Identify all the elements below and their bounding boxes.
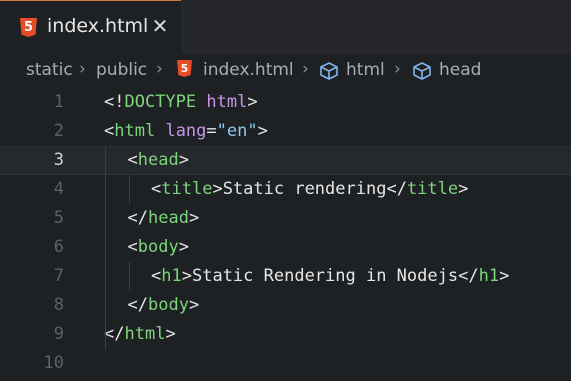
code-token: > — [178, 237, 189, 257]
code-token: html — [206, 92, 248, 112]
code-token: html — [124, 324, 166, 344]
line-number: 6 — [53, 237, 64, 257]
line-number: 7 — [53, 266, 64, 286]
code-line[interactable]: 6 <body> — [0, 233, 571, 262]
code-token: body — [147, 295, 189, 315]
indent-guide — [105, 146, 106, 349]
code-token: > — [165, 324, 176, 344]
code-line[interactable]: 7 <h1>Static Rendering in Nodejs</h1> — [0, 262, 571, 291]
code-token: h1 — [478, 266, 500, 286]
code-line[interactable]: 9 </html> — [0, 320, 571, 349]
code-token: </ — [386, 179, 407, 199]
code-text: <h1>Static Rendering in Nodejs</h1> — [151, 262, 509, 291]
tab-label: index.html — [47, 15, 149, 37]
code-token: < — [104, 121, 115, 141]
tab-index-html[interactable]: 5 index.html ✕ — [0, 0, 181, 54]
code-line[interactable]: 4 <title>Static rendering</title> — [0, 175, 571, 204]
code-token: > — [458, 179, 469, 199]
code-token: title — [406, 179, 459, 199]
html5-icon: 5 — [20, 18, 37, 37]
line-number: 9 — [53, 324, 64, 344]
code-token: < — [151, 179, 162, 199]
code-token: <! — [104, 92, 125, 112]
code-token: > — [188, 208, 200, 228]
breadcrumb-item-html[interactable]: html — [346, 60, 385, 80]
code-line[interactable]: 1 <!DOCTYPE html> — [0, 88, 571, 117]
close-icon[interactable]: ✕ — [149, 13, 171, 39]
chevron-right-icon: › — [156, 59, 163, 79]
code-token: </ — [127, 208, 148, 228]
line-number: 10 — [43, 353, 64, 373]
code-text: <html lang="en"> — [104, 117, 268, 146]
code-line[interactable]: 3 <head> — [0, 146, 571, 175]
line-number: 3 — [53, 150, 64, 170]
code-token: lang — [165, 121, 207, 141]
code-token: Static Rendering in Nodejs — [191, 266, 459, 286]
breadcrumb: static › public › 5 index.html › html › … — [0, 54, 571, 88]
code-token: body — [137, 237, 179, 257]
breadcrumb-item-static[interactable]: static — [26, 60, 73, 80]
code-line[interactable]: 8 </body> — [0, 291, 571, 320]
code-token: head — [147, 208, 189, 228]
code-token: > — [181, 266, 192, 286]
line-number: 8 — [53, 295, 64, 315]
line-number: 1 — [53, 92, 64, 112]
line-number: 5 — [53, 208, 64, 228]
code-token: </ — [104, 324, 125, 344]
chevron-right-icon: › — [302, 59, 309, 79]
indent-guide — [128, 175, 130, 204]
code-token: title — [161, 179, 213, 199]
code-token: h1 — [161, 266, 182, 286]
code-line[interactable]: 10 — [0, 349, 571, 378]
line-number: 4 — [53, 179, 64, 199]
symbol-element-icon — [413, 62, 431, 80]
code-token: </ — [458, 266, 479, 286]
code-token: > — [188, 295, 200, 315]
line-number: 2 — [53, 121, 64, 141]
breadcrumb-item-index-html[interactable]: index.html — [203, 60, 294, 80]
symbol-element-icon — [320, 62, 338, 80]
code-token: > — [212, 179, 223, 199]
breadcrumb-item-public[interactable]: public — [96, 60, 147, 80]
code-token: < — [127, 150, 138, 170]
code-token: head — [137, 150, 179, 170]
code-token: </ — [127, 295, 148, 315]
code-text: <head> — [128, 147, 189, 174]
code-line[interactable]: 2 <html lang="en"> — [0, 117, 571, 146]
chevron-right-icon: › — [394, 59, 401, 79]
code-token: > — [247, 92, 258, 112]
code-token: "en" — [216, 121, 258, 141]
code-token: DOCTYPE — [124, 92, 197, 112]
code-text: <title>Static rendering</title> — [151, 175, 468, 204]
code-token: Static rendering — [222, 179, 387, 199]
code-text: </body> — [128, 291, 200, 320]
code-token: > — [499, 266, 510, 286]
code-text: </head> — [128, 204, 200, 233]
breadcrumb-item-head[interactable]: head — [439, 60, 481, 80]
indent-guide — [128, 262, 130, 291]
code-token: = — [206, 121, 217, 141]
code-token: > — [178, 150, 189, 170]
html5-icon: 5 — [177, 60, 192, 77]
code-text: </html> — [104, 320, 176, 349]
tab-bar: 5 index.html ✕ — [0, 0, 571, 54]
code-token: < — [151, 266, 162, 286]
code-token: html — [114, 121, 156, 141]
chevron-right-icon: › — [79, 59, 86, 79]
code-token: < — [127, 237, 138, 257]
code-editor[interactable]: 1 <!DOCTYPE html> 2 <html lang="en"> 3 <head>… — [0, 88, 571, 381]
code-line[interactable]: 5 </head> — [0, 204, 571, 233]
code-text: <body> — [128, 233, 189, 262]
code-token: > — [257, 121, 268, 141]
code-text: <!DOCTYPE html> — [104, 88, 258, 117]
